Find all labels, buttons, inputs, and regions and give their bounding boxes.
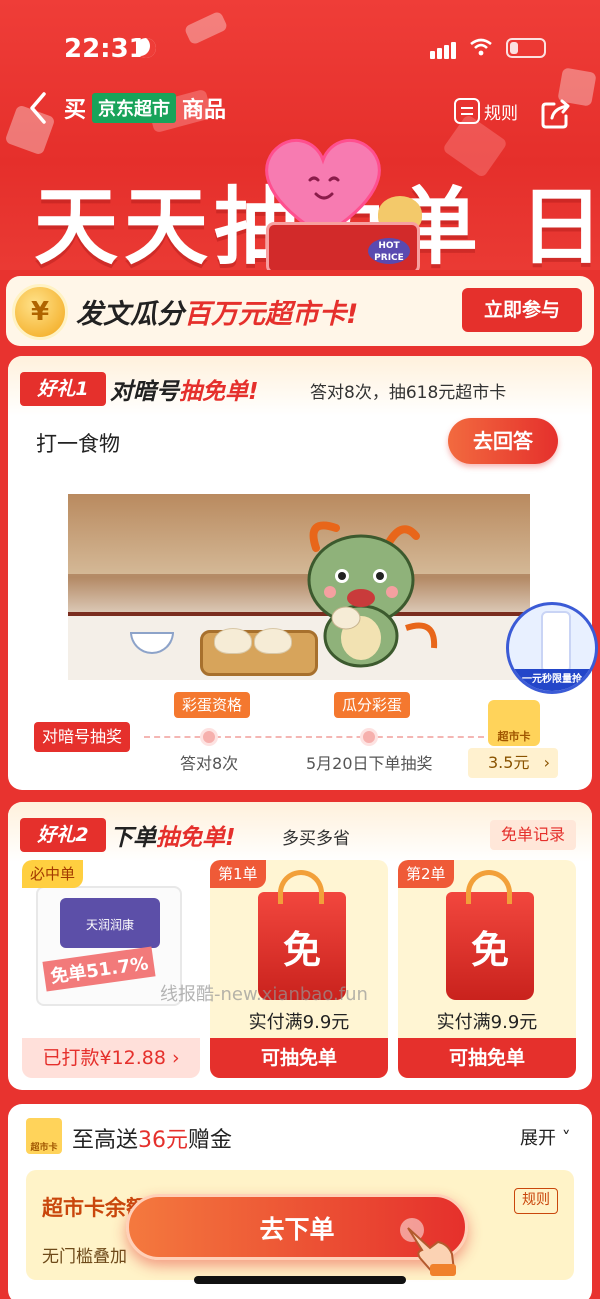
join-button[interactable]: 立即参与 bbox=[462, 288, 582, 332]
expand-button[interactable]: 展开 ˅ bbox=[520, 1124, 571, 1150]
banner-text-a: 发文瓜分 bbox=[76, 299, 184, 330]
rules-button[interactable]: 规则 bbox=[454, 98, 518, 124]
watermark: 线报酷-new.xianbao.fun bbox=[160, 984, 368, 1005]
order1-draw-button[interactable]: 可抽免单 bbox=[210, 1038, 388, 1078]
card-balance-sub: 无门槛叠加 bbox=[42, 1247, 127, 1267]
gift1-title-a: 对暗号 bbox=[110, 379, 179, 405]
status-bar: 22:31 bbox=[0, 0, 600, 90]
free-record-button[interactable]: 免单记录 bbox=[490, 820, 576, 850]
order1-condition: 实付满9.9元 bbox=[248, 1012, 350, 1033]
gift1-title: 对暗号抽免单! bbox=[110, 372, 259, 406]
gift2-title-highlight: 抽免单! bbox=[156, 825, 236, 851]
bottle-icon bbox=[541, 611, 571, 673]
timeline-step1-label: 答对8次 bbox=[180, 754, 239, 773]
gift2-header: 好礼2 下单抽免单! 多买多省 免单记录 bbox=[8, 802, 592, 862]
bonus-title-b: 赠金 bbox=[188, 1128, 233, 1153]
moon-icon bbox=[136, 38, 156, 58]
share-icon[interactable] bbox=[540, 98, 572, 130]
order2-draw-button[interactable]: 可抽免单 bbox=[398, 1038, 576, 1078]
gift2-title: 下单抽免单! bbox=[110, 818, 236, 852]
order1-badge: 第1单 bbox=[210, 860, 266, 888]
card-price-button[interactable]: 3.5元 › bbox=[468, 748, 558, 778]
balance-rules-button[interactable]: 规则 bbox=[514, 1188, 558, 1214]
hot-price-badge: HOT PRICE bbox=[368, 238, 410, 264]
back-icon[interactable] bbox=[26, 90, 50, 126]
free-char: 免 bbox=[282, 928, 321, 972]
card-price: 3.5元 bbox=[488, 753, 530, 772]
order2-badge: 第2单 bbox=[398, 860, 454, 888]
bonus-title: 至高送36元赠金 bbox=[72, 1122, 232, 1154]
bonus-title-a: 至高送 bbox=[72, 1128, 139, 1153]
progress-timeline: 对暗号抽奖 彩蛋资格 答对8次 瓜分彩蛋 5月20日下单抽奖 超市卡 3.5元 … bbox=[8, 690, 592, 780]
yogurt-lid: 天润润康 bbox=[60, 898, 160, 948]
gift1-card: 好礼1 对暗号抽免单! 答对8次，抽618元超市卡 打一食物 去回答 对暗号抽奖 bbox=[8, 356, 592, 790]
chevron-right-icon: › bbox=[543, 753, 550, 772]
bag-handle bbox=[278, 870, 324, 904]
home-indicator bbox=[194, 1276, 406, 1284]
gift2-title-a: 下单 bbox=[110, 825, 156, 851]
flash-sale-label: 一元秒限量抢 bbox=[509, 669, 595, 691]
status-time: 22:31 bbox=[64, 34, 147, 64]
rules-icon bbox=[454, 98, 480, 124]
paid-amount-button[interactable]: 已打款¥12.88 › bbox=[22, 1038, 200, 1078]
pointing-hand-icon bbox=[400, 1218, 456, 1276]
product-card-order2[interactable]: 第2单 免 实付满9.9元 可抽免单 bbox=[398, 860, 576, 1078]
gift1-header: 好礼1 对暗号抽免单! 答对8次，抽618元超市卡 bbox=[8, 356, 592, 416]
gift2-tag: 好礼2 bbox=[20, 818, 106, 852]
bonus-amount: 36元 bbox=[138, 1128, 189, 1153]
title-suffix: 商品 bbox=[182, 98, 227, 123]
product-card-guaranteed[interactable]: 天润润康 免单51.7% 必中单 已打款¥12.88 › bbox=[22, 860, 200, 1078]
wifi-icon bbox=[470, 38, 492, 56]
store-tag: 京东超市 bbox=[92, 93, 177, 123]
signal-icon bbox=[430, 40, 458, 59]
timeline-step2-label: 5月20日下单抽奖 bbox=[306, 754, 433, 773]
supermarket-card-icon: 超市卡 bbox=[488, 700, 540, 746]
banner-text-highlight: 百万元超市卡! bbox=[184, 299, 359, 330]
flash-sale-float[interactable]: 一元秒限量抢 bbox=[506, 602, 598, 694]
hero-banner: 22:31 买 京东超市 商品 规则 天天抽免单 日 HOT PRICE bbox=[0, 0, 600, 270]
nav-bar: 买 京东超市 商品 规则 bbox=[0, 88, 600, 130]
timeline-step2-bubble: 瓜分彩蛋 bbox=[334, 692, 411, 718]
riddle-text: 打一食物 bbox=[36, 432, 120, 456]
bun-icon bbox=[214, 628, 252, 654]
dragon-icon bbox=[307, 521, 438, 668]
guaranteed-badge: 必中单 bbox=[22, 860, 84, 888]
gift-bag-icon: 免 bbox=[446, 870, 534, 1000]
product-card-order1[interactable]: 第1单 免 实付满9.9元 可抽免单 bbox=[210, 860, 388, 1078]
timeline-line bbox=[144, 736, 484, 738]
supermarket-card-icon: 超市卡 bbox=[26, 1118, 62, 1154]
coin-icon: ¥ bbox=[12, 284, 68, 340]
gift2-subtitle: 多买多省 bbox=[282, 829, 350, 849]
page-title: 买 京东超市 商品 bbox=[64, 92, 226, 124]
dragon-illustration bbox=[68, 494, 530, 680]
discount-stamp: 免单51.7% bbox=[42, 946, 157, 992]
bag-handle bbox=[466, 870, 512, 904]
battery-icon bbox=[506, 38, 546, 58]
timeline-start: 对暗号抽奖 bbox=[34, 722, 131, 752]
free-char: 免 bbox=[470, 928, 509, 972]
rules-label: 规则 bbox=[484, 103, 518, 124]
gift2-card: 好礼2 下单抽免单! 多买多省 免单记录 天润润康 免单51.7% 必中单 已打… bbox=[8, 802, 592, 1090]
timeline-step2-dot bbox=[360, 728, 378, 746]
banner-text: 发文瓜分百万元超市卡! bbox=[76, 292, 358, 331]
order2-condition: 实付满9.9元 bbox=[436, 1012, 538, 1033]
gift1-tag: 好礼1 bbox=[20, 372, 106, 406]
title-prefix: 买 bbox=[64, 98, 87, 123]
gift1-subtitle: 答对8次，抽618元超市卡 bbox=[310, 383, 507, 403]
timeline-step1-bubble: 彩蛋资格 bbox=[174, 692, 251, 718]
answer-button[interactable]: 去回答 bbox=[448, 418, 558, 464]
post-share-banner[interactable]: ¥ 发文瓜分百万元超市卡! 立即参与 bbox=[6, 276, 594, 346]
timeline-step1-dot bbox=[200, 728, 218, 746]
gift1-title-highlight: 抽免单! bbox=[179, 379, 259, 405]
